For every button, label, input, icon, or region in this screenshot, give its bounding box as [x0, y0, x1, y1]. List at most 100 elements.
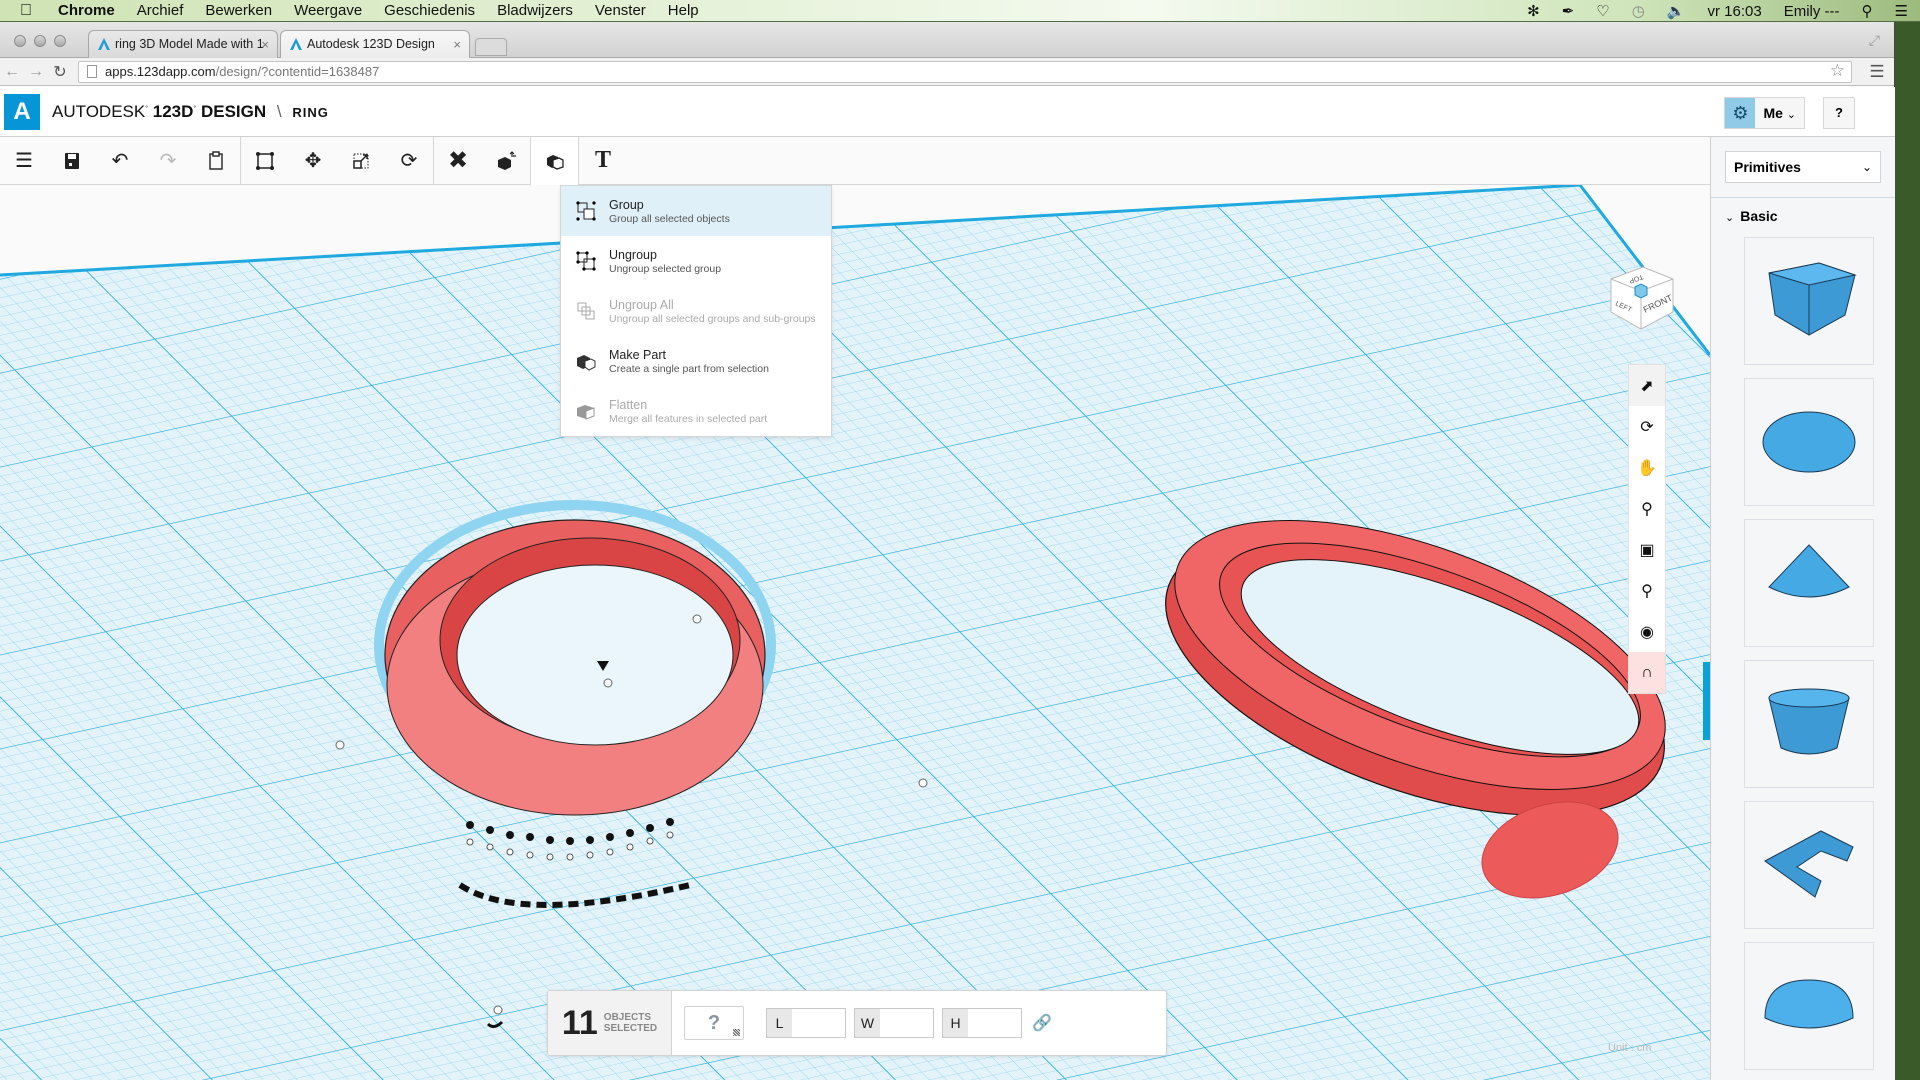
chevron-down-icon: ⌄: [1786, 109, 1796, 121]
3d-viewport[interactable]: [0, 185, 1710, 1080]
url-input[interactable]: apps.123dapp.com/design/?contentid=16384…: [78, 60, 1852, 83]
construct-button[interactable]: ✖: [434, 137, 482, 185]
section-title: Basic: [1740, 208, 1778, 224]
rotate-button[interactable]: ⟳: [385, 137, 433, 185]
redo-icon: ↷: [159, 150, 177, 172]
primitive-box[interactable]: [1744, 237, 1874, 365]
notification-list-icon[interactable]: ☰: [1895, 2, 1908, 20]
primitive-sphere[interactable]: [1744, 378, 1874, 506]
fit-view-tool[interactable]: ▣: [1629, 529, 1665, 570]
orbit-tool[interactable]: ⟳: [1629, 406, 1665, 447]
menu-app-name[interactable]: Chrome: [58, 2, 115, 19]
visibility-tool[interactable]: ◉: [1629, 611, 1665, 652]
menu-item-subtitle: Ungroup selected group: [609, 262, 722, 275]
menu-bewerken[interactable]: Bewerken: [205, 2, 272, 19]
menu-item-ungroup[interactable]: Ungroup Ungroup selected group: [561, 236, 831, 286]
material-button[interactable]: ?: [684, 1006, 744, 1040]
close-tab-icon[interactable]: ×: [261, 31, 269, 58]
hand-icon: ✋: [1637, 459, 1657, 477]
scale-icon: [353, 153, 369, 169]
paste-button[interactable]: [192, 137, 240, 185]
panel-collapse-handle[interactable]: [1703, 662, 1710, 740]
menu-item-flatten[interactable]: Flatten Merge all features in selected pa…: [561, 386, 831, 436]
transform-button[interactable]: [241, 137, 289, 185]
library-select-value: Primitives: [1734, 159, 1801, 175]
hemisphere-icon: [1764, 979, 1854, 1029]
handle-point[interactable]: [692, 614, 702, 624]
link-proportions-icon[interactable]: 🔗: [1032, 1013, 1052, 1033]
primitive-u-shape[interactable]: [1744, 801, 1874, 929]
bookmark-star-icon[interactable]: ☆: [1830, 61, 1845, 81]
close-tab-icon[interactable]: ×: [453, 31, 461, 58]
group-button[interactable]: [531, 136, 579, 185]
fullscreen-icon[interactable]: ⤢: [1869, 32, 1880, 49]
menu-item-group[interactable]: Group Group all selected objects: [561, 186, 831, 236]
browser-tab-active[interactable]: Autodesk 123D Design ×: [280, 30, 470, 58]
menu-item-ungroup-all[interactable]: Ungroup All Ungroup all selected groups a…: [561, 286, 831, 336]
minimize-window-button[interactable]: [34, 35, 46, 47]
user-name[interactable]: Emily ---: [1784, 3, 1840, 20]
menu-help[interactable]: Help: [668, 2, 699, 19]
main-menu-button[interactable]: ☰: [0, 137, 48, 185]
reload-icon[interactable]: ↻: [48, 62, 72, 82]
menu-item-title: Ungroup: [609, 247, 657, 262]
apple-menu-icon[interactable]: : [20, 2, 42, 20]
flatten-icon: [573, 398, 599, 424]
primitive-hemisphere[interactable]: [1744, 942, 1874, 1070]
ungroup-all-icon: [573, 298, 599, 324]
length-field[interactable]: L: [766, 1008, 846, 1038]
chrome-menu-icon[interactable]: ☰: [1860, 62, 1894, 82]
account-menu[interactable]: ⚙ Me ⌄: [1724, 97, 1805, 129]
scale-button[interactable]: [337, 137, 385, 185]
toolbar-group-file: ☰ ↶ ↷: [0, 136, 241, 185]
move-button[interactable]: ✥: [289, 137, 337, 185]
help-button[interactable]: ?: [1823, 97, 1855, 129]
pen-icon[interactable]: ✒: [1562, 2, 1575, 20]
workplane-scene[interactable]: [0, 185, 1710, 1080]
section-basic[interactable]: ⌄ Basic: [1711, 198, 1895, 224]
close-window-button[interactable]: [14, 35, 26, 47]
zoom-selected-tool[interactable]: ⚲: [1629, 570, 1665, 611]
handle-point[interactable]: [493, 1005, 503, 1015]
select-tool[interactable]: ⬈: [1629, 365, 1665, 406]
length-label: L: [767, 1009, 792, 1037]
bluetooth-icon[interactable]: ✻: [1527, 2, 1540, 20]
pan-tool[interactable]: ✋: [1629, 447, 1665, 488]
redo-button[interactable]: ↷: [144, 137, 192, 185]
view-cube[interactable]: TOP LEFT FRONT: [1601, 257, 1681, 337]
text-button[interactable]: T: [579, 137, 627, 185]
handle-point[interactable]: [335, 740, 345, 750]
new-tab-button[interactable]: [475, 38, 507, 56]
zoom-window-button[interactable]: [54, 35, 66, 47]
width-field[interactable]: W: [854, 1008, 934, 1038]
save-button[interactable]: [48, 137, 96, 185]
autodesk-logo[interactable]: A: [4, 93, 40, 130]
time-machine-icon[interactable]: ◷: [1632, 2, 1645, 20]
modify-button[interactable]: [482, 137, 530, 185]
volume-icon[interactable]: 🔈: [1667, 2, 1686, 20]
browser-tab[interactable]: ring 3D Model Made with 1 ×: [88, 30, 278, 58]
library-select[interactable]: Primitives ⌄: [1725, 151, 1881, 183]
menu-item-make-part[interactable]: Make Part Create a single part from selec…: [561, 336, 831, 386]
primitive-cylinder[interactable]: [1744, 660, 1874, 788]
spotlight-icon[interactable]: ⚲: [1862, 2, 1873, 20]
ungroup-icon: [573, 248, 599, 274]
primitive-cone[interactable]: [1744, 519, 1874, 647]
selection-count-number: 11: [561, 1003, 598, 1042]
clock[interactable]: vr 16:03: [1708, 3, 1762, 20]
project-name[interactable]: RING: [292, 105, 329, 120]
menu-archief[interactable]: Archief: [137, 2, 184, 19]
handle-point[interactable]: [603, 678, 613, 688]
back-icon[interactable]: ←: [0, 63, 24, 81]
height-field[interactable]: H: [942, 1008, 1022, 1038]
wifi-icon[interactable]: ♡: [1596, 2, 1609, 20]
undo-button[interactable]: ↶: [96, 137, 144, 185]
forward-icon[interactable]: →: [24, 63, 48, 81]
handle-point[interactable]: [918, 778, 928, 788]
menu-venster[interactable]: Venster: [595, 2, 646, 19]
menu-weergave[interactable]: Weergave: [294, 2, 362, 19]
zoom-tool[interactable]: ⚲: [1629, 488, 1665, 529]
menu-geschiedenis[interactable]: Geschiedenis: [384, 2, 475, 19]
snap-tool[interactable]: ∩: [1629, 652, 1665, 693]
menu-bladwijzers[interactable]: Bladwijzers: [497, 2, 573, 19]
